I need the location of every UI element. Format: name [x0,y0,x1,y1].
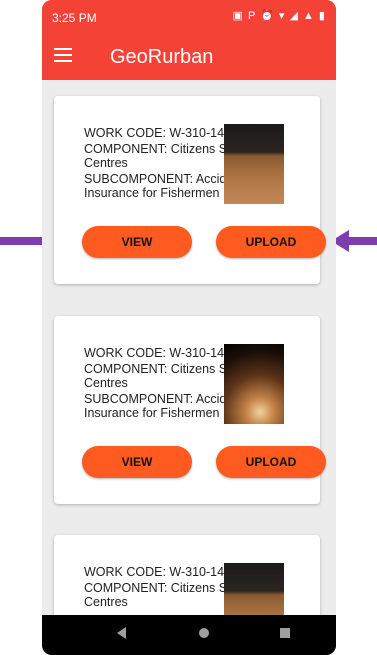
work-photo-thumbnail[interactable] [224,124,284,204]
work-list[interactable]: WORK CODE: W-310-14-86-34 COMPONENT: Cit… [42,80,336,615]
recent-apps-icon[interactable] [280,628,290,638]
phone-screen: 3:25 PM ▣ P ⏰ ▾ ◢ ▲ ▮ GeoRurban WORK COD… [42,0,336,655]
app-bar: GeoRurban [42,34,336,80]
upload-button[interactable]: UPLOAD [216,226,326,258]
app-title: GeoRurban [110,46,214,68]
home-icon[interactable] [199,628,209,638]
navigation-bar [42,615,336,655]
view-button[interactable]: VIEW [82,446,192,478]
status-bar: 3:25 PM ▣ P ⏰ ▾ ◢ ▲ ▮ [42,0,336,34]
back-icon[interactable] [117,627,126,639]
work-card: WORK CODE: W-310-14-86-34 COMPONENT: Cit… [54,96,326,284]
status-time: 3:25 PM [52,11,97,25]
work-photo-thumbnail[interactable] [224,344,284,424]
status-icons: ▣ P ⏰ ▾ ◢ ▲ ▮ [232,10,326,22]
annotation-arrow-right [331,230,377,252]
view-button[interactable]: VIEW [82,226,192,258]
work-card: WORK CODE: W-310-14-86-34 COMPONENT: Cit… [54,535,320,615]
work-photo-thumbnail[interactable] [224,563,284,615]
upload-button[interactable]: UPLOAD [216,446,326,478]
work-card: WORK CODE: W-310-14-86-34 COMPONENT: Cit… [54,316,326,504]
menu-icon[interactable] [54,48,72,62]
